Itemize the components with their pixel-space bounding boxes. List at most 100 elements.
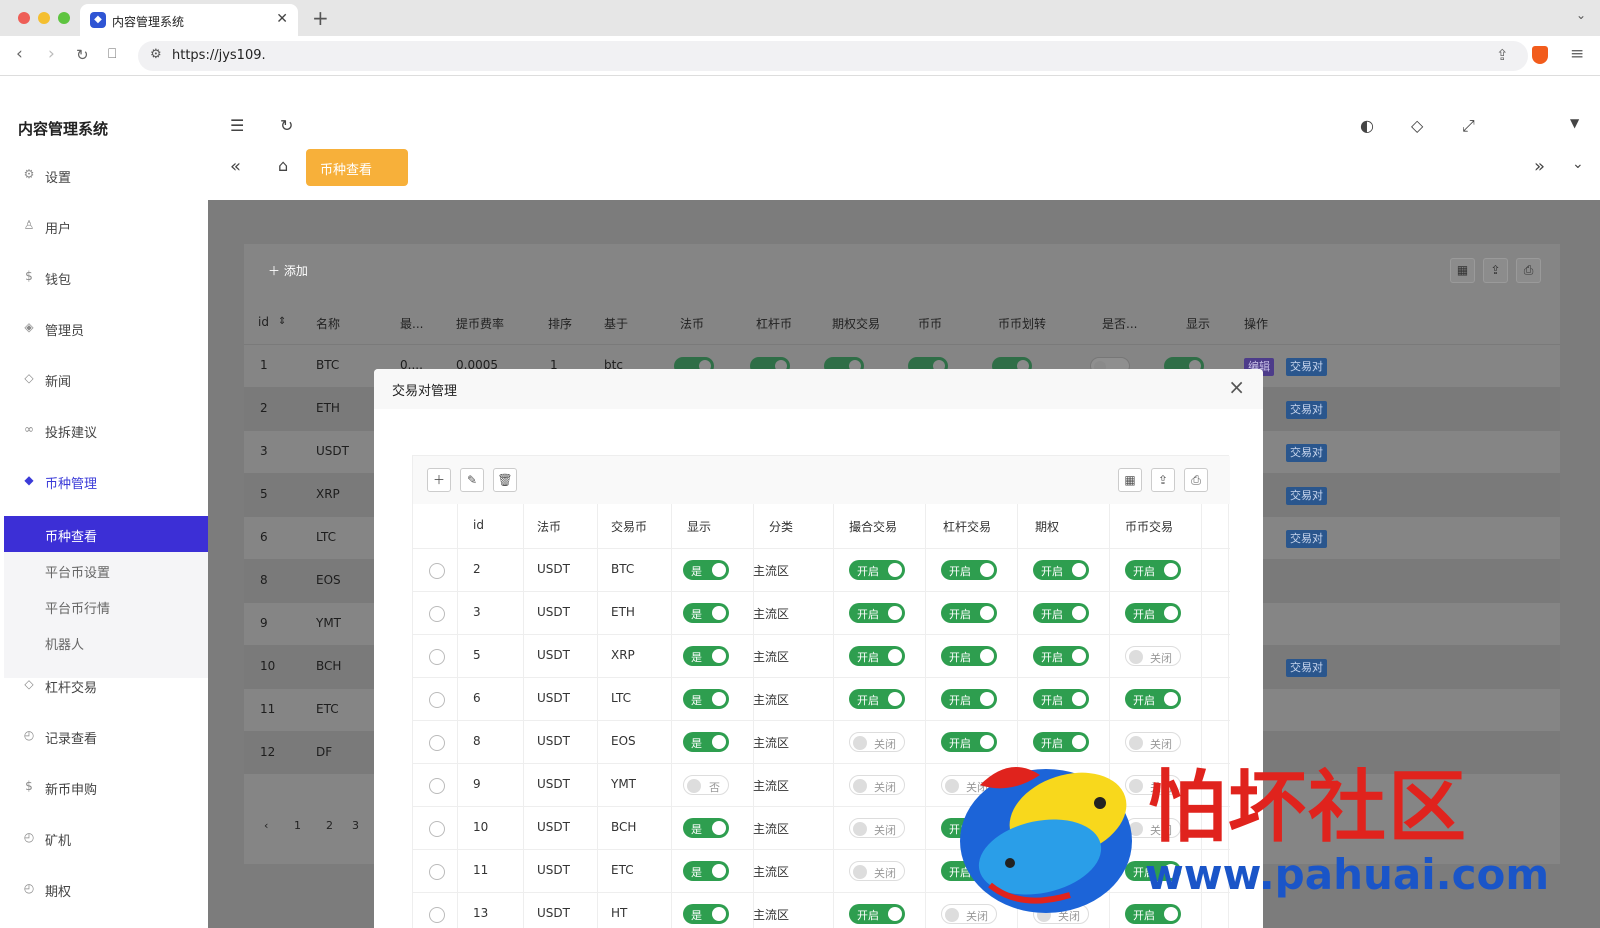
row-select-radio[interactable]	[429, 563, 445, 579]
maximize-window-button[interactable]	[58, 12, 70, 24]
tag-icon[interactable]: ◇	[1411, 116, 1423, 135]
match-trading-toggle[interactable]: 开启	[849, 689, 905, 709]
refresh-icon[interactable]: ↻	[280, 116, 293, 135]
sidebar-item-wallet[interactable]: $ 钱包	[0, 258, 208, 298]
brave-shield-icon[interactable]	[1532, 46, 1548, 64]
print-icon[interactable]: ⎙	[1516, 258, 1541, 283]
palette-icon[interactable]: ◐	[1360, 116, 1374, 135]
tags-menu-chevron-icon[interactable]: ⌄	[1572, 156, 1584, 172]
row-select-radio[interactable]	[429, 778, 445, 794]
spot-trading-toggle[interactable]: 关闭	[1125, 732, 1181, 752]
sidebar-item-users[interactable]: ♙ 用户	[0, 207, 208, 247]
match-trading-toggle[interactable]: 开启	[849, 603, 905, 623]
export-icon[interactable]: ⇪	[1151, 468, 1175, 492]
trading-pair-button[interactable]: 交易对	[1286, 358, 1327, 376]
sidebar-subitem-robot[interactable]: 机器人	[4, 624, 208, 660]
option-toggle[interactable]: 开启	[1033, 732, 1089, 752]
trading-pair-button[interactable]: 交易对	[1286, 530, 1327, 548]
sidebar-item-settings[interactable]: ⚙ 设置	[0, 156, 208, 196]
add-pair-button[interactable]: ＋	[427, 468, 451, 492]
close-tab-icon[interactable]: ✕	[276, 11, 288, 27]
option-toggle[interactable]: 开启	[1033, 861, 1089, 881]
browser-tab[interactable]: ◆ 内容管理系统 ✕	[80, 4, 298, 36]
trading-pair-button[interactable]: 交易对	[1286, 659, 1327, 677]
export-icon[interactable]: ⇪	[1483, 258, 1508, 283]
option-toggle[interactable]: 关闭	[1033, 775, 1089, 795]
display-toggle[interactable]: 否	[683, 775, 729, 795]
leverage-trading-toggle[interactable]: 开启	[941, 732, 997, 752]
row-select-radio[interactable]	[429, 692, 445, 708]
match-trading-toggle[interactable]: 关闭	[849, 861, 905, 881]
close-icon[interactable]: ×	[1228, 375, 1245, 399]
option-toggle[interactable]: 开启	[1033, 646, 1089, 666]
display-toggle[interactable]: 是	[683, 818, 729, 838]
spot-trading-toggle[interactable]: 关闭	[1125, 818, 1181, 838]
leverage-trading-toggle[interactable]: 开启	[941, 603, 997, 623]
display-toggle[interactable]: 是	[683, 904, 729, 924]
display-toggle[interactable]: 是	[683, 560, 729, 580]
spot-trading-toggle[interactable]: 开启	[1125, 603, 1181, 623]
match-trading-toggle[interactable]: 开启	[849, 904, 905, 924]
sidebar-item-admins[interactable]: ◈ 管理员	[0, 309, 208, 349]
sidebar-item-suggestions[interactable]: ∞ 投拆建议	[0, 411, 208, 451]
sidebar-item-options[interactable]: ◴ 期权	[0, 870, 208, 910]
sidebar-item-leverage[interactable]: ◇ 杠杆交易	[0, 666, 208, 706]
trading-pair-button[interactable]: 交易对	[1286, 487, 1327, 505]
column-header[interactable]: id	[258, 315, 269, 329]
leverage-trading-toggle[interactable]: 开启	[941, 861, 997, 881]
spot-trading-toggle[interactable]: 关闭	[1125, 646, 1181, 666]
spot-trading-toggle[interactable]: 关闭	[1125, 775, 1181, 795]
page-button[interactable]: 3	[352, 819, 359, 832]
forward-icon[interactable]: ›	[48, 44, 55, 64]
home-icon[interactable]: ⌂	[278, 156, 288, 175]
spot-trading-toggle[interactable]: 开启	[1125, 689, 1181, 709]
print-icon[interactable]: ⎙	[1184, 468, 1208, 492]
leverage-trading-toggle[interactable]: 开启	[941, 646, 997, 666]
fullscreen-icon[interactable]: ⤢	[1462, 116, 1475, 136]
sidebar-subitem-platform-coin-settings[interactable]: 平台币设置	[4, 552, 208, 588]
trading-pair-button[interactable]: 交易对	[1286, 401, 1327, 419]
display-toggle[interactable]: 是	[683, 603, 729, 623]
back-icon[interactable]: ‹	[16, 44, 23, 64]
columns-icon[interactable]: ▦	[1450, 258, 1475, 283]
option-toggle[interactable]: 开启	[1033, 560, 1089, 580]
new-tab-icon[interactable]: +	[312, 6, 329, 30]
user-dropdown-icon[interactable]: ▼	[1570, 116, 1579, 130]
sidebar-subitem-coin-view[interactable]: 币种查看	[4, 516, 208, 552]
option-toggle[interactable]: 开启	[1033, 689, 1089, 709]
spot-trading-toggle[interactable]: 开启	[1125, 861, 1181, 881]
row-select-radio[interactable]	[429, 907, 445, 923]
display-toggle[interactable]: 是	[683, 689, 729, 709]
leverage-trading-toggle[interactable]: 开启	[941, 560, 997, 580]
leverage-trading-toggle[interactable]: 开启	[941, 689, 997, 709]
trading-pair-button[interactable]: 交易对	[1286, 444, 1327, 462]
spot-trading-toggle[interactable]: 开启	[1125, 560, 1181, 580]
row-select-radio[interactable]	[429, 821, 445, 837]
row-select-radio[interactable]	[429, 606, 445, 622]
match-trading-toggle[interactable]: 关闭	[849, 732, 905, 752]
leverage-trading-toggle[interactable]: 开启	[941, 818, 997, 838]
match-trading-toggle[interactable]: 开启	[849, 646, 905, 666]
sort-icon[interactable]: ⇕	[278, 316, 286, 327]
leverage-trading-toggle[interactable]: 关闭	[941, 904, 997, 924]
columns-icon[interactable]: ▦	[1118, 468, 1142, 492]
display-toggle[interactable]: 是	[683, 646, 729, 666]
site-info-icon[interactable]: ⚙	[150, 47, 162, 62]
tab-coin-view[interactable]: 币种查看	[306, 149, 408, 186]
option-toggle[interactable]: 关闭	[1033, 904, 1089, 924]
edit-pair-button[interactable]: ✎	[460, 468, 484, 492]
sidebar-item-new-coin[interactable]: $ 新币申购	[0, 768, 208, 808]
close-window-button[interactable]	[18, 12, 30, 24]
page-button[interactable]: 2	[326, 819, 333, 832]
match-trading-toggle[interactable]: 关闭	[849, 818, 905, 838]
menu-fold-icon[interactable]: ☰	[230, 116, 244, 135]
sidebar-item-miner[interactable]: ◴ 矿机	[0, 819, 208, 859]
display-toggle[interactable]: 是	[683, 861, 729, 881]
row-select-radio[interactable]	[429, 864, 445, 880]
url-field[interactable]: ⚙ https://jys109.	[138, 41, 1528, 71]
sidebar-item-news[interactable]: ◇ 新闻	[0, 360, 208, 400]
option-toggle[interactable]: 开启	[1033, 603, 1089, 623]
page-button[interactable]: 1	[294, 819, 301, 832]
match-trading-toggle[interactable]: 开启	[849, 560, 905, 580]
option-toggle[interactable]: 开启	[1033, 818, 1089, 838]
